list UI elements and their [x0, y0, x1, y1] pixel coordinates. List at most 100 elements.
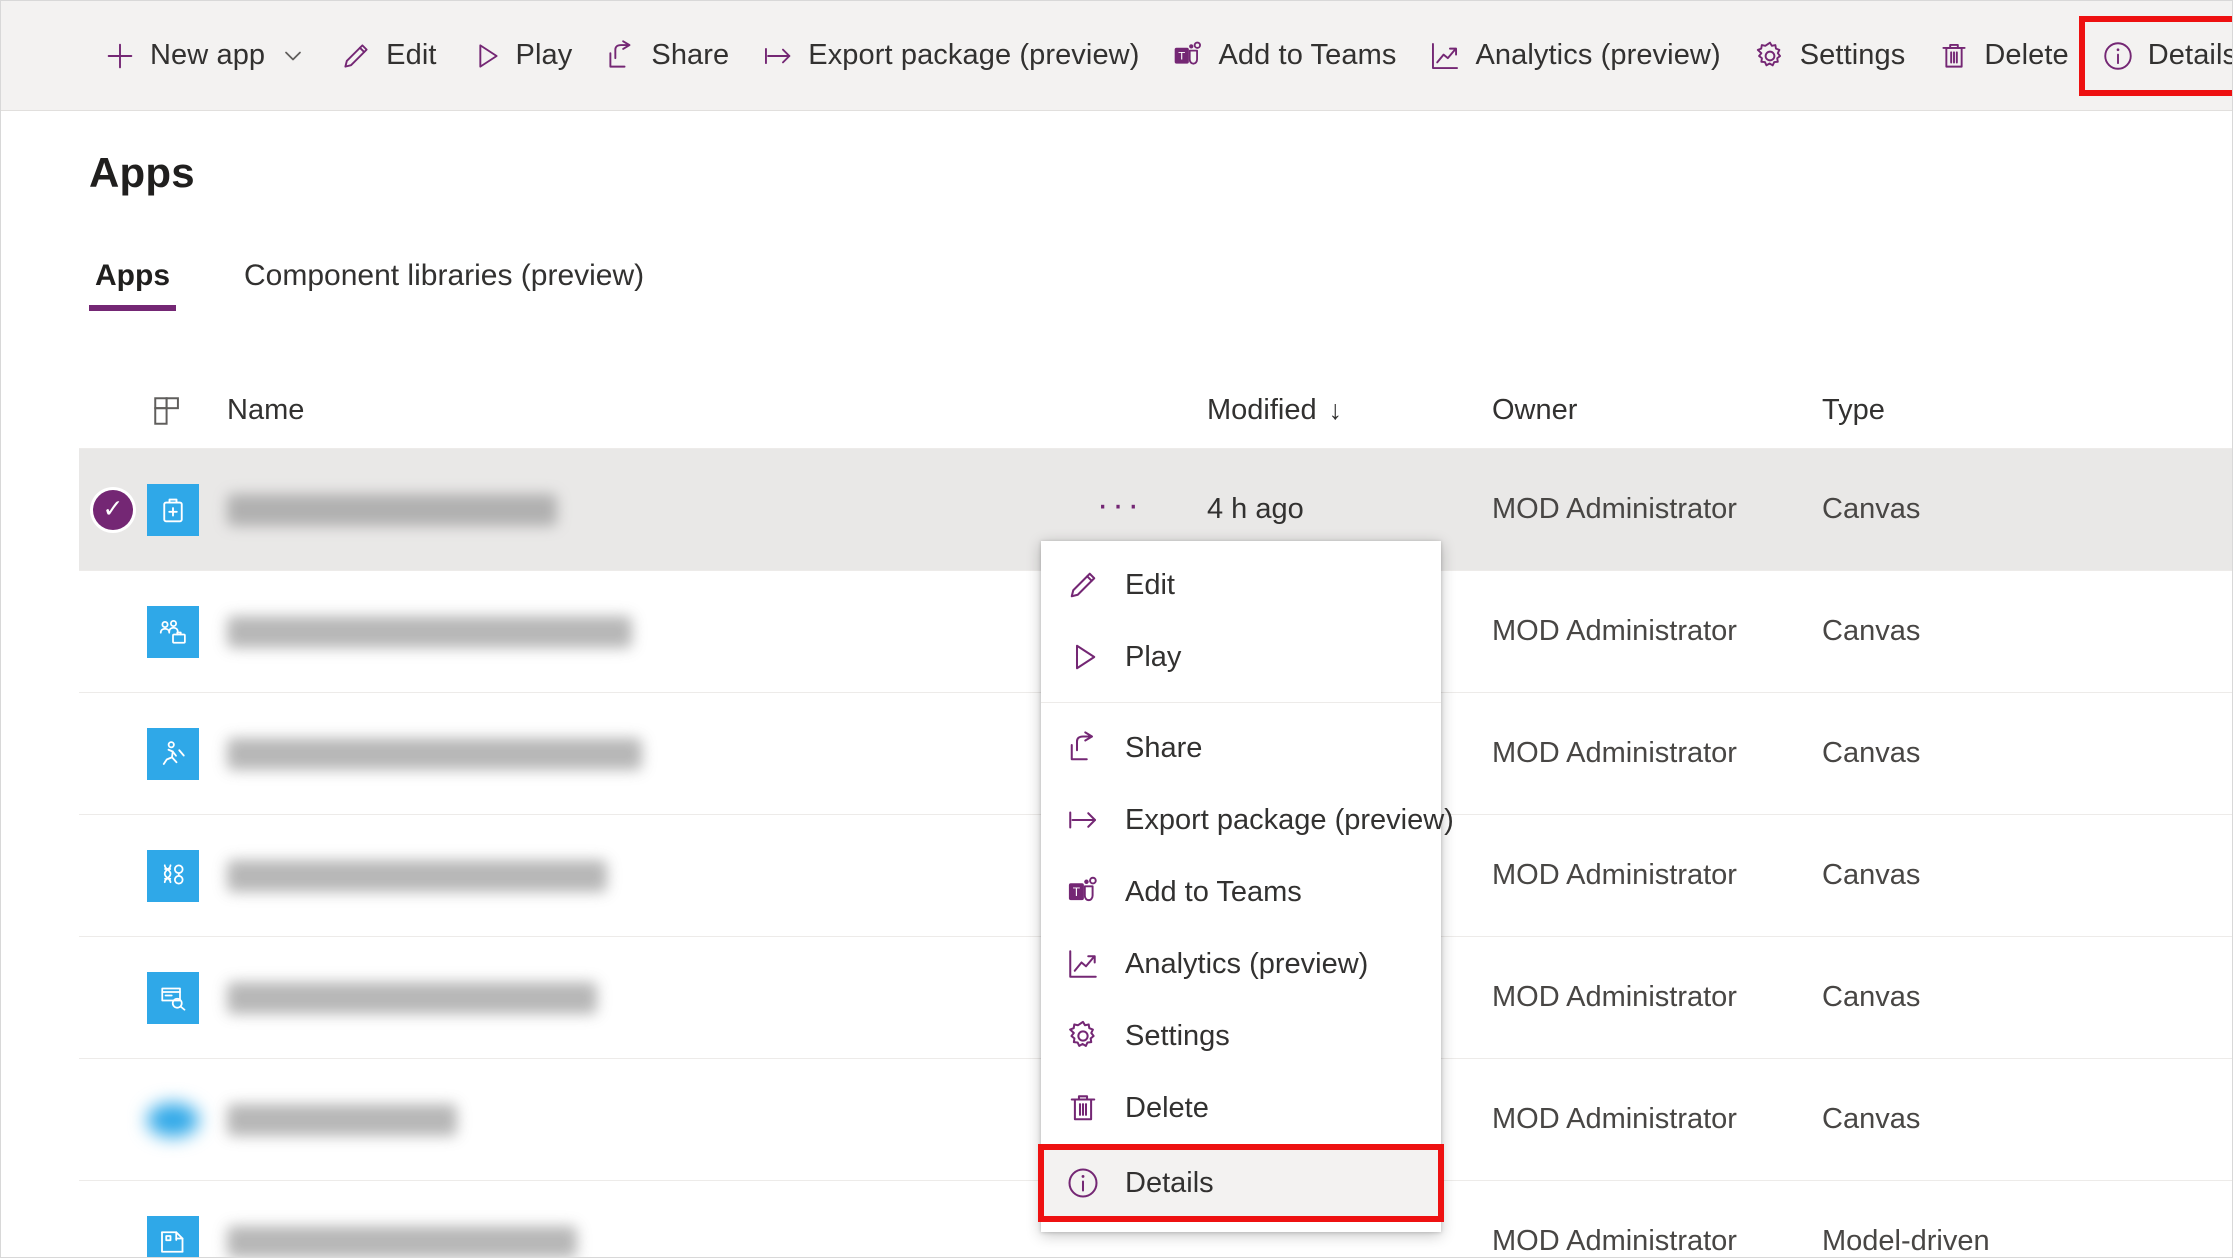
row-name-cell[interactable]: [227, 1103, 1097, 1136]
row-select-cell[interactable]: [79, 612, 147, 652]
menu-item-settings[interactable]: Settings: [1041, 1000, 1441, 1072]
row-type-value: Canvas: [1822, 859, 1921, 891]
row-select-cell[interactable]: [79, 734, 147, 774]
row-checkbox-checked[interactable]: ✓: [93, 489, 133, 530]
header-type[interactable]: Type: [1822, 394, 2232, 427]
svg-text:T: T: [1073, 885, 1081, 899]
menu-item-delete[interactable]: Delete: [1041, 1072, 1441, 1144]
toolbar-item-label: Share: [651, 39, 730, 71]
menu-item-label: Delete: [1125, 1091, 1209, 1124]
header-owner[interactable]: Owner: [1492, 394, 1822, 427]
row-type-value: Model-driven: [1822, 1225, 1990, 1257]
toolbar-edit-button[interactable]: Edit: [323, 22, 452, 90]
chevron-down-icon[interactable]: [279, 42, 307, 70]
share-icon: [604, 39, 638, 73]
row-name-cell[interactable]: [227, 615, 1097, 648]
row-checkbox[interactable]: [93, 612, 133, 652]
row-select-cell[interactable]: [79, 1100, 147, 1140]
share-icon: [1063, 728, 1103, 768]
trash-icon: [1937, 39, 1971, 73]
row-name-cell[interactable]: [227, 859, 1097, 892]
menu-item-label: Analytics (preview): [1125, 947, 1369, 980]
header-modified-label: Modified: [1207, 394, 1317, 426]
trash-icon: [1063, 1088, 1103, 1128]
row-name-cell[interactable]: [227, 1225, 1097, 1257]
row-app-icon-cell: [147, 1215, 227, 1257]
row-select-cell[interactable]: [79, 978, 147, 1018]
toolbar-new-app-button[interactable]: New app: [87, 22, 323, 90]
menu-item-details[interactable]: Details: [1038, 1144, 1444, 1222]
toolbar-delete-button[interactable]: Delete: [1921, 22, 2084, 90]
row-type-cell: Canvas: [1822, 615, 2232, 648]
export-icon: [1063, 800, 1103, 840]
row-name-cell[interactable]: [227, 737, 1097, 770]
staff-equipment-icon: [147, 605, 199, 658]
row-app-icon-cell: [147, 483, 227, 536]
row-more-actions-cell[interactable]: ···: [1097, 488, 1207, 532]
header-name[interactable]: Name: [227, 394, 1097, 427]
tab-list: Apps Component libraries (preview): [89, 259, 712, 311]
menu-item-analytics-preview[interactable]: Analytics (preview): [1041, 928, 1441, 1000]
row-app-name-redacted: [227, 1225, 577, 1257]
row-owner-cell: MOD Administrator: [1492, 615, 1822, 648]
toolbar-analytics-preview-button[interactable]: Analytics (preview): [1412, 22, 1736, 90]
row-owner-value: MOD Administrator: [1492, 981, 1737, 1013]
row-type-value: Canvas: [1822, 1103, 1921, 1135]
row-name-cell[interactable]: [227, 493, 1097, 526]
row-checkbox[interactable]: [93, 734, 133, 774]
row-select-cell[interactable]: [79, 856, 147, 896]
row-type-value: Canvas: [1822, 737, 1921, 769]
row-owner-cell: MOD Administrator: [1492, 859, 1822, 892]
covid-dna-icon: [147, 849, 199, 902]
row-app-icon-cell: [147, 1094, 227, 1146]
row-type-cell: Canvas: [1822, 737, 2232, 770]
row-owner-cell: MOD Administrator: [1492, 1225, 1822, 1257]
row-checkbox[interactable]: [93, 1222, 133, 1258]
menu-item-export-package-preview[interactable]: Export package (preview): [1041, 784, 1454, 856]
menu-item-label: Edit: [1125, 568, 1175, 601]
power-apps-page: New app Edit Play Share Export package (prev…: [0, 0, 2233, 1258]
discharge-icon: [147, 727, 199, 780]
menu-item-share[interactable]: Share: [1041, 712, 1441, 784]
row-owner-cell: MOD Administrator: [1492, 493, 1822, 526]
toolbar-settings-button[interactable]: Settings: [1737, 22, 1922, 90]
menu-separator: [1041, 702, 1441, 703]
menu-item-edit[interactable]: Edit: [1041, 549, 1441, 621]
cloud-blur-icon: [147, 1094, 199, 1146]
row-select-cell[interactable]: ✓: [79, 489, 147, 530]
svg-text:T: T: [1179, 50, 1186, 62]
toolbar-play-button[interactable]: Play: [453, 22, 589, 90]
row-name-cell[interactable]: [227, 981, 1097, 1014]
toolbar-share-button[interactable]: Share: [588, 22, 745, 90]
toolbar-details-button[interactable]: Details: [2078, 15, 2233, 96]
header-modified[interactable]: Modified ↓: [1207, 394, 1492, 427]
row-checkbox[interactable]: [93, 978, 133, 1018]
analytics-icon: [1063, 944, 1103, 984]
toolbar-add-to-teams-button[interactable]: T Add to Teams: [1155, 22, 1412, 90]
medical-kit-icon: [147, 483, 199, 536]
row-type-value: Canvas: [1822, 493, 1921, 525]
tab-apps[interactable]: Apps: [89, 259, 176, 311]
row-app-name-redacted: [227, 493, 557, 526]
row-type-value: Canvas: [1822, 615, 1921, 647]
menu-item-label: Settings: [1125, 1019, 1230, 1052]
more-actions-icon[interactable]: ···: [1097, 488, 1143, 532]
row-app-icon-cell: [147, 727, 227, 780]
row-select-cell[interactable]: [79, 1222, 147, 1258]
row-checkbox[interactable]: [93, 856, 133, 896]
row-checkbox[interactable]: [93, 1100, 133, 1140]
header-icon-cell[interactable]: [147, 394, 227, 428]
toolbar-export-package-preview-button[interactable]: Export package (preview): [745, 22, 1155, 90]
menu-item-add-to-teams[interactable]: T Add to Teams: [1041, 856, 1441, 928]
tab-label: Component libraries (preview): [244, 259, 645, 292]
row-app-name-redacted: [227, 859, 607, 892]
row-modified-cell: 4 h ago: [1207, 493, 1492, 526]
menu-item-play[interactable]: Play: [1041, 621, 1441, 693]
analytics-icon: [1428, 39, 1462, 73]
tab-component-libraries-preview[interactable]: Component libraries (preview): [238, 259, 650, 311]
row-app-name-redacted: [227, 615, 632, 648]
row-app-icon-cell: [147, 849, 227, 902]
toolbar-item-label: Details: [2147, 39, 2233, 71]
row-owner-value: MOD Administrator: [1492, 859, 1737, 891]
sort-descending-icon: ↓: [1328, 395, 1343, 425]
